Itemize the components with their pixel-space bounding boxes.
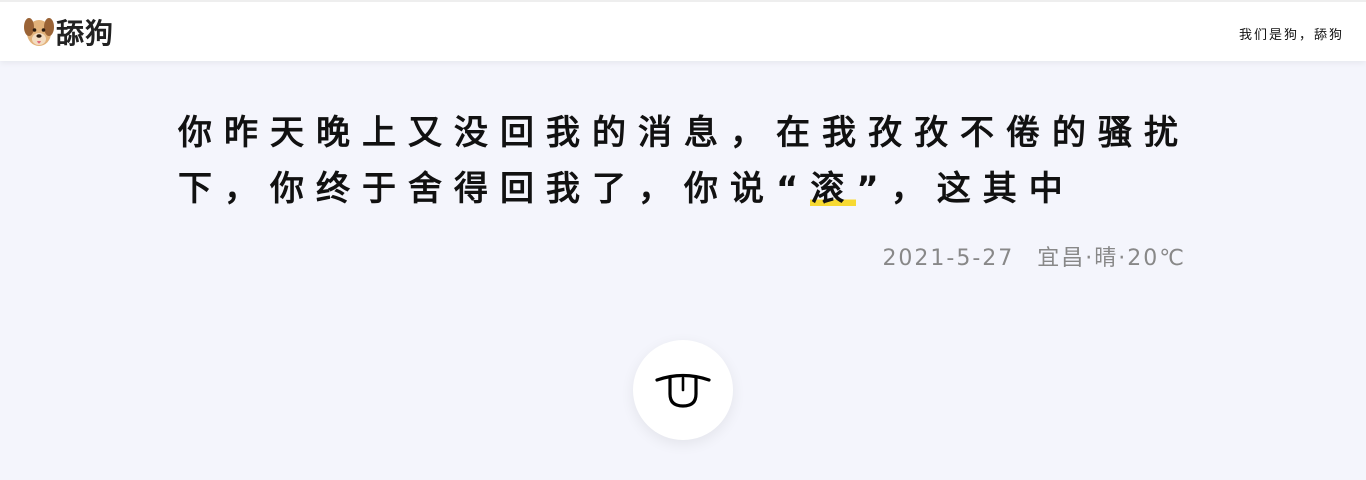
location-weather: 宜昌·晴·20℃: [1037, 246, 1186, 271]
quote-meta: 2021-5-27 宜昌·晴·20℃: [882, 240, 1186, 272]
lick-quote: 你昨天晚上又没回我的消息，在我孜孜不倦的骚扰下，你终于舍得回我了，你说“滚”，这…: [178, 105, 1190, 217]
tongue-out-icon: [655, 373, 711, 408]
header-slogan: 我们是狗，舔狗: [1238, 28, 1344, 43]
quote-date: 2021-5-27: [882, 246, 1015, 271]
lick-button[interactable]: [633, 340, 733, 440]
quote-highlight: 滚: [810, 169, 857, 209]
dog-face-icon: [24, 15, 54, 49]
top-navbar: 舔狗 我们是狗，舔狗: [0, 0, 1366, 61]
brand[interactable]: 舔狗: [24, 14, 114, 50]
brand-name: 舔狗: [56, 17, 115, 50]
quote-text-end: ”，这其中: [856, 169, 1075, 209]
